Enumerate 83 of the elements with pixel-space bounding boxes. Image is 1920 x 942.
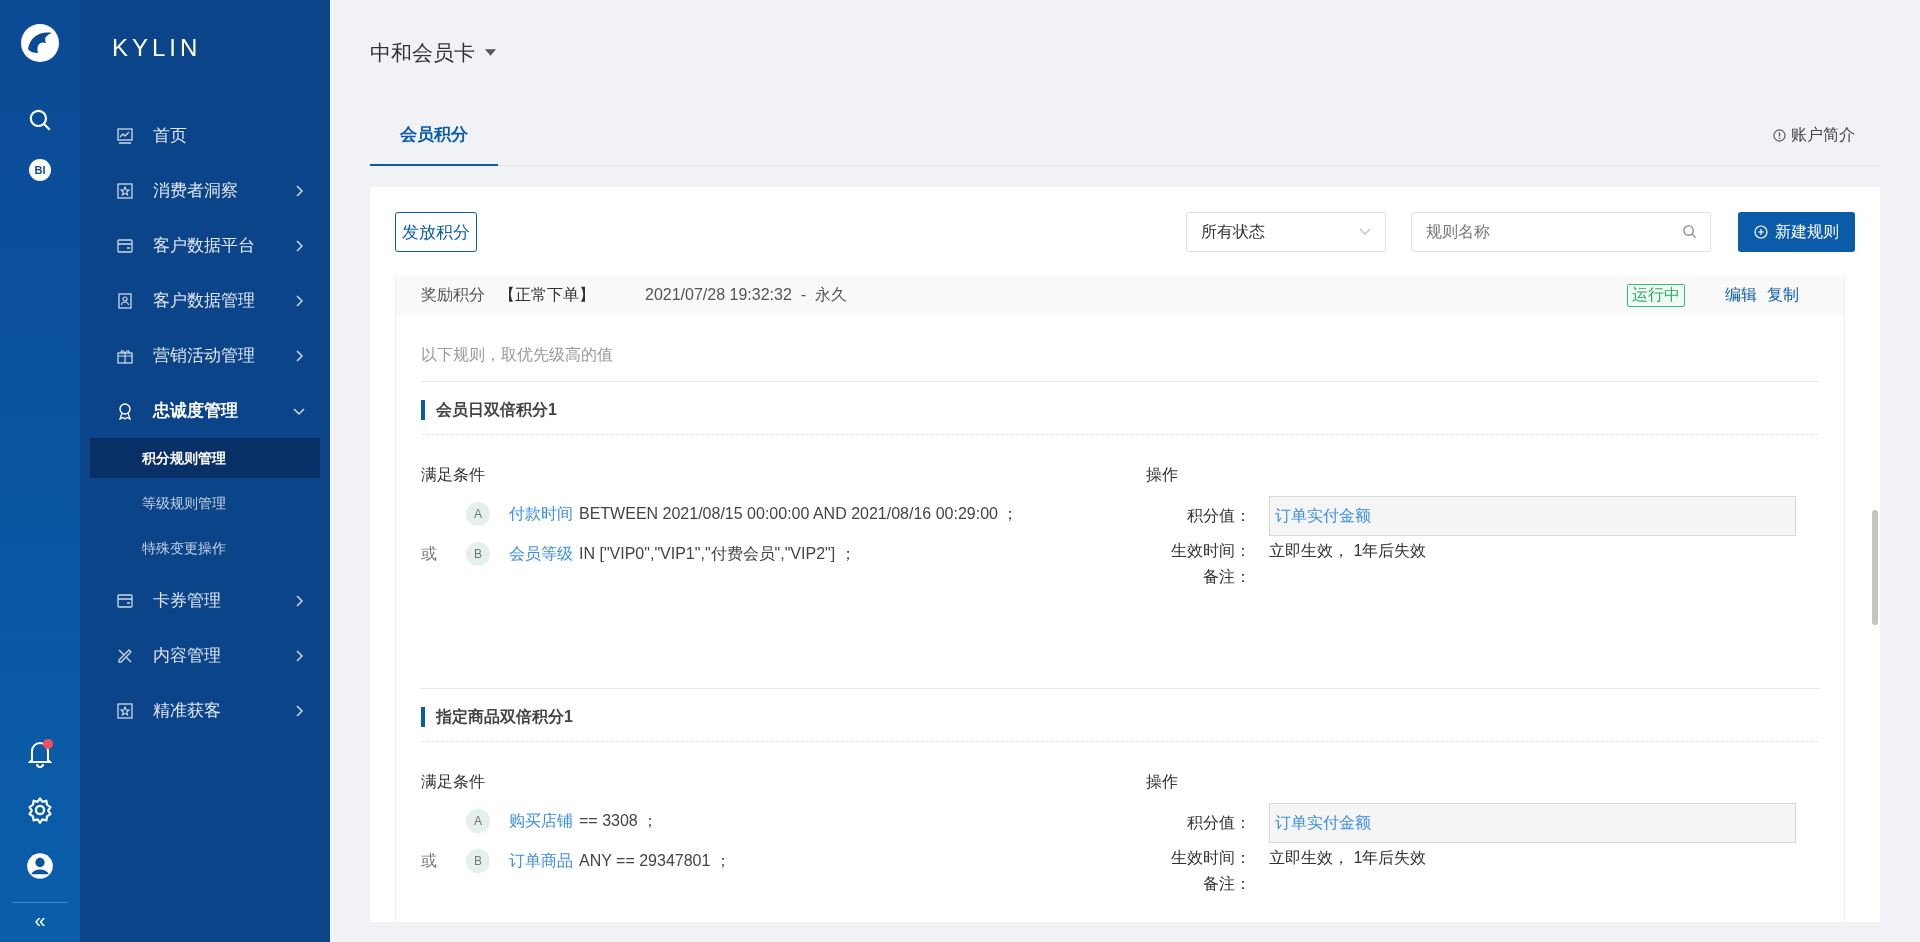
rule-title: 会员日双倍积分1 — [421, 400, 1819, 420]
sidebar-item[interactable]: 精准获客 — [90, 683, 320, 738]
collapse-button[interactable]: « — [34, 903, 46, 942]
priority-note: 以下规则，取优先级高的值 — [421, 345, 1819, 382]
chevron-right-icon — [293, 184, 305, 197]
rule-period: 2021/07/28 19:32:32 - 永久 — [645, 284, 847, 305]
sidebar-item[interactable]: 首页 — [90, 108, 320, 163]
field-value: 立即生效， 1年后失效 — [1269, 847, 1427, 868]
tab[interactable]: 会员积分 — [370, 105, 498, 166]
condition-field-link[interactable]: 订单商品 — [509, 850, 573, 872]
or-connector: 或 — [421, 544, 437, 562]
info-icon — [1773, 128, 1786, 142]
caret-down-icon[interactable] — [485, 49, 496, 56]
sidebar-item[interactable]: 内容管理 — [90, 628, 320, 683]
rule-event: 【正常下单】 — [499, 284, 595, 305]
search-icon[interactable] — [27, 107, 53, 133]
chevron-right-icon — [293, 239, 305, 252]
account-selector[interactable]: 中和会员卡 — [370, 38, 475, 67]
sidebar-item[interactable]: 营销活动管理 — [90, 328, 320, 383]
chevron-down-icon — [1359, 228, 1371, 236]
or-connector: 或 — [421, 851, 437, 869]
sidebar-item[interactable]: 卡券管理 — [90, 573, 320, 628]
sidebar-item[interactable]: 消费者洞察 — [90, 163, 320, 218]
chevron-right-icon — [293, 294, 305, 307]
grant-points-button[interactable]: 发放积分 — [395, 212, 477, 252]
condition-tag: A — [466, 809, 490, 833]
field-label: 备注： — [1202, 566, 1251, 587]
status-tag: 运行中 — [1627, 283, 1685, 307]
sidebar-subitem[interactable]: 特殊变更操作 — [90, 528, 320, 568]
bell-icon[interactable] — [26, 738, 54, 768]
action-link[interactable]: 复制 — [1767, 284, 1799, 306]
new-rule-button[interactable]: 新建规则 — [1738, 212, 1855, 252]
brand-name: KYLIN — [111, 33, 203, 63]
monitor-chart-icon — [116, 126, 134, 145]
user-avatar-icon[interactable] — [26, 852, 54, 880]
sidebar-subitem[interactable]: 积分规则管理 — [90, 438, 320, 478]
sidebar-item[interactable]: 忠诚度管理 — [90, 383, 320, 438]
sidebar-item[interactable]: 客户数据管理 — [90, 273, 320, 328]
chevron-right-icon — [293, 349, 305, 362]
condition-expression: ANY == 29347801 ； — [579, 850, 731, 871]
status-select[interactable]: 所有状态 — [1186, 212, 1386, 252]
sidebar-subitem[interactable]: 等级规则管理 — [90, 483, 320, 523]
chevron-right-icon — [293, 649, 305, 662]
bi-badge[interactable]: BI — [29, 159, 51, 181]
points-value-field: 订单实付金额 — [1269, 803, 1796, 843]
scrollbar-thumb[interactable] — [1872, 510, 1878, 625]
plus-circle-icon — [1754, 225, 1768, 239]
action-link[interactable]: 编辑 — [1725, 284, 1757, 306]
field-label: 生效时间： — [1170, 847, 1251, 868]
account-info-link[interactable]: 账户简介 — [1773, 105, 1880, 165]
field-value: 立即生效， 1年后失效 — [1269, 540, 1427, 561]
actions-label: 操作 — [1146, 465, 1179, 485]
condition-field-link[interactable]: 会员等级 — [509, 543, 573, 565]
sidebar-item[interactable]: 客户数据平台 — [90, 218, 320, 273]
person-card-icon — [116, 291, 134, 310]
condition-field-link[interactable]: 付款时间 — [509, 503, 573, 525]
conditions-label: 满足条件 — [421, 772, 486, 792]
field-label: 生效时间： — [1170, 540, 1251, 561]
star-box-icon — [116, 701, 134, 720]
rule-type: 奖励积分 — [421, 284, 485, 305]
condition-tag: B — [466, 849, 490, 873]
chevron-right-icon — [293, 594, 305, 607]
field-label: 积分值： — [1186, 812, 1251, 833]
conditions-label: 满足条件 — [421, 465, 486, 485]
field-label: 备注： — [1202, 873, 1251, 894]
field-label: 积分值： — [1186, 505, 1251, 526]
search-icon — [1682, 224, 1697, 239]
star-box-icon — [116, 181, 134, 200]
condition-tag: A — [466, 502, 490, 526]
condition-expression: IN ["VIP0","VIP1","付费会员","VIP2"] ； — [579, 543, 856, 564]
chevron-right-icon — [293, 704, 305, 717]
rule-search-field[interactable]: 规则名称 — [1411, 212, 1711, 252]
condition-expression: BETWEEN 2021/08/15 00:00:00 AND 2021/08/16 00:29:00 ； — [579, 503, 1019, 524]
condition-tag: B — [466, 542, 490, 566]
points-value-field: 订单实付金额 — [1269, 496, 1796, 536]
condition-expression: == 3308 ； — [579, 810, 659, 831]
rule-title: 指定商品双倍积分1 — [421, 707, 1819, 727]
wallet-icon — [116, 236, 134, 255]
ribbon-award-icon — [116, 401, 134, 420]
condition-field-link[interactable]: 购买店铺 — [509, 810, 573, 832]
settings-icon[interactable] — [26, 796, 54, 824]
actions-label: 操作 — [1146, 772, 1179, 792]
wallet-icon — [116, 591, 134, 610]
